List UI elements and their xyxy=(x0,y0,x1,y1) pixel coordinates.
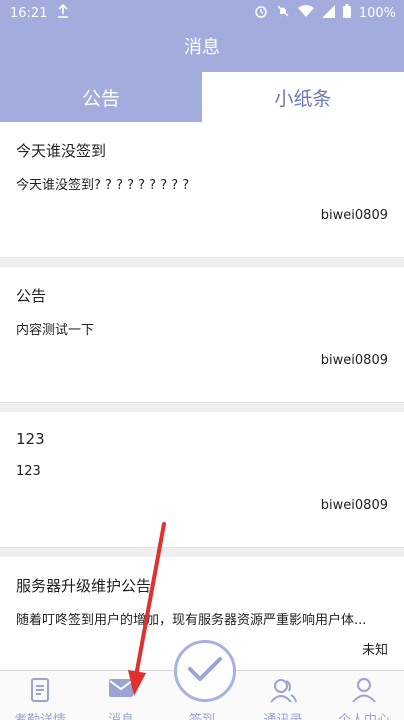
message-author: 未知 xyxy=(361,643,388,658)
message-author: biwei0809 xyxy=(320,498,388,513)
mail-icon xyxy=(108,677,134,703)
message-body: 今天谁没签到? ? ? ? ? ? ? ? ? xyxy=(16,178,190,193)
contacts-icon xyxy=(269,677,297,707)
document-icon xyxy=(30,677,50,707)
page-title: 消息 xyxy=(184,37,220,58)
message-title: 123 xyxy=(16,430,45,448)
nav-attendance-details[interactable]: 考勤详情 xyxy=(0,671,80,720)
status-bar: 16:21 100% xyxy=(0,0,404,26)
message-title: 公告 xyxy=(16,287,47,305)
nav-label: 通讯录 xyxy=(243,709,323,720)
alarm-icon xyxy=(254,4,268,22)
nav-label: 考勤详情 xyxy=(0,709,80,720)
message-list: 今天谁没签到 今天谁没签到? ? ? ? ? ? ? ? ? biwei0809… xyxy=(0,122,404,670)
checkmark-icon xyxy=(187,655,223,687)
battery-level: 100% xyxy=(358,5,396,21)
message-card[interactable]: 123 123 biwei0809 xyxy=(0,412,404,548)
upload-icon xyxy=(57,3,69,22)
message-title: 今天谁没签到 xyxy=(16,142,107,160)
message-title: 服务器升级维护公告 xyxy=(16,577,152,595)
nav-label: 个人中心 xyxy=(324,709,404,720)
message-card[interactable]: 公告 内容测试一下 biwei0809 xyxy=(0,267,404,403)
tab-bar: 公告 小纸条 xyxy=(0,72,404,122)
nav-profile[interactable]: 个人中心 xyxy=(324,671,404,720)
tab-notes[interactable]: 小纸条 xyxy=(202,72,404,122)
tab-announcements[interactable]: 公告 xyxy=(0,72,202,122)
message-card[interactable]: 今天谁没签到 今天谁没签到? ? ? ? ? ? ? ? ? biwei0809 xyxy=(0,122,404,258)
status-time: 16:21 xyxy=(10,5,48,21)
message-body: 随着叮咚签到用户的增加，现有服务器资源严重影响用户体... xyxy=(16,613,367,628)
mute-icon xyxy=(276,4,290,22)
message-body: 内容测试一下 xyxy=(16,323,95,338)
message-author: biwei0809 xyxy=(320,208,388,223)
person-icon xyxy=(351,677,377,707)
nav-messages[interactable]: 消息 xyxy=(81,671,161,720)
signal-icon xyxy=(321,4,335,22)
checkin-button[interactable] xyxy=(174,640,236,702)
nav-label: 消息 xyxy=(81,709,161,720)
wifi-icon xyxy=(297,4,314,22)
battery-icon xyxy=(342,4,351,22)
app-header: 16:21 100% 消息 xyxy=(0,0,404,72)
message-body: 123 xyxy=(16,464,41,479)
nav-label: 签到 xyxy=(162,709,242,720)
message-author: biwei0809 xyxy=(320,353,388,368)
nav-contacts[interactable]: 通讯录 xyxy=(243,671,323,720)
